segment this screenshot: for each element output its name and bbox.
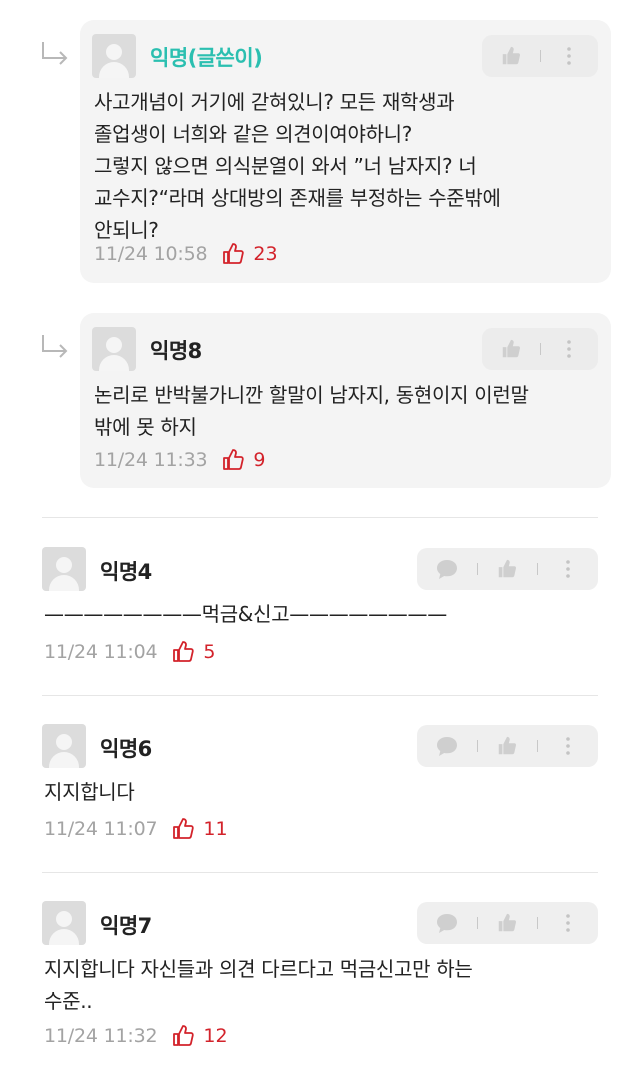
speech-bubble-icon <box>436 560 457 579</box>
author-name: 익명8 <box>150 339 202 363</box>
action-divider <box>539 343 541 355</box>
thumbs-up-icon <box>173 818 195 839</box>
thumbs-up-icon <box>173 641 195 662</box>
comment-actions <box>417 725 598 767</box>
reply-button[interactable] <box>435 734 459 758</box>
speech-bubble-icon <box>436 914 457 933</box>
comment-text: 지지합니다 자신들과 의견 다르다고 먹금신고만 하는 수준.. <box>44 957 473 1013</box>
author-name: 익명6 <box>100 737 152 761</box>
thumbs-up-icon <box>502 46 520 65</box>
action-divider <box>537 740 539 752</box>
more-vertical-icon <box>567 47 572 65</box>
comment-actions <box>482 328 598 370</box>
comment-actions <box>417 548 598 590</box>
comment-divider <box>42 872 598 873</box>
more-vertical-icon <box>566 914 570 932</box>
comment-time: 11/24 11:07 <box>44 818 158 840</box>
thumbs-up-icon <box>223 243 245 264</box>
comment-text: 지지합니다 <box>44 780 135 804</box>
avatar <box>42 901 86 945</box>
avatar <box>42 724 86 768</box>
thumbs-up-icon <box>499 736 517 755</box>
like-button[interactable] <box>495 557 519 581</box>
author-name: 익명(글쓴이) <box>150 46 263 70</box>
avatar <box>92 34 136 78</box>
like-button[interactable] <box>495 911 519 935</box>
reply-button[interactable] <box>435 911 459 935</box>
comment-actions <box>417 902 598 944</box>
comment-divider <box>42 695 598 696</box>
reply-arrow-icon <box>42 42 68 65</box>
avatar <box>42 547 86 591</box>
reply-card: 익명8 논리로 반박불가니깐 할말이 남자지, 동현이지 이런말 밖에 못 하지… <box>80 313 611 488</box>
reply-card: 익명(글쓴이) 사고개념이 거기에 갇혀있니? 모든 재학생과 졸업생이 너희와… <box>80 20 611 283</box>
more-vertical-icon <box>566 560 570 578</box>
more-button[interactable] <box>557 337 581 361</box>
more-button[interactable] <box>556 557 580 581</box>
thumbs-up-icon <box>173 1025 195 1046</box>
more-vertical-icon <box>567 340 572 358</box>
speech-bubble-icon <box>436 737 457 756</box>
author-name: 익명7 <box>100 914 152 938</box>
reply-arrow-icon <box>42 335 68 358</box>
comment-time: 11/24 11:33 <box>94 449 208 471</box>
avatar <box>92 327 136 371</box>
action-divider <box>537 917 539 929</box>
like-count: 11 <box>203 818 228 840</box>
comment-time: 11/24 11:32 <box>44 1025 158 1047</box>
more-vertical-icon <box>566 737 570 755</box>
comment-actions <box>482 35 598 77</box>
comment-divider <box>42 517 598 518</box>
action-divider <box>537 563 539 575</box>
reply-button[interactable] <box>435 557 459 581</box>
like-count: 5 <box>203 641 216 663</box>
comment-meta: 11/24 10:58 23 <box>94 242 278 266</box>
more-button[interactable] <box>556 734 580 758</box>
comment-time: 11/24 11:04 <box>44 641 158 663</box>
like-button[interactable] <box>495 734 519 758</box>
comment-text: 사고개념이 거기에 갇혀있니? 모든 재학생과 졸업생이 너희와 같은 의견이여… <box>94 90 501 242</box>
comment-text: 논리로 반박불가니깐 할말이 남자지, 동현이지 이런말 밖에 못 하지 <box>94 383 529 439</box>
comment-meta: 11/24 11:32 12 <box>44 1024 228 1048</box>
like-count: 12 <box>203 1025 228 1047</box>
thumbs-up-icon <box>499 913 517 932</box>
like-count: 23 <box>253 243 278 265</box>
comment-meta: 11/24 11:07 11 <box>44 817 228 841</box>
more-button[interactable] <box>557 44 581 68</box>
like-button[interactable] <box>499 337 523 361</box>
action-divider <box>539 50 541 62</box>
thumbs-up-icon <box>223 449 245 470</box>
comment-text: ————————먹금&신고———————— <box>44 602 447 626</box>
comment-meta: 11/24 11:33 9 <box>94 448 265 472</box>
comment-meta: 11/24 11:04 5 <box>44 640 215 664</box>
author-name: 익명4 <box>100 560 152 584</box>
action-divider <box>476 917 478 929</box>
action-divider <box>476 740 478 752</box>
action-divider <box>476 563 478 575</box>
thumbs-up-icon <box>499 559 517 578</box>
more-button[interactable] <box>556 911 580 935</box>
like-button[interactable] <box>499 44 523 68</box>
like-count: 9 <box>253 449 266 471</box>
comment-time: 11/24 10:58 <box>94 243 208 265</box>
thumbs-up-icon <box>502 339 520 358</box>
